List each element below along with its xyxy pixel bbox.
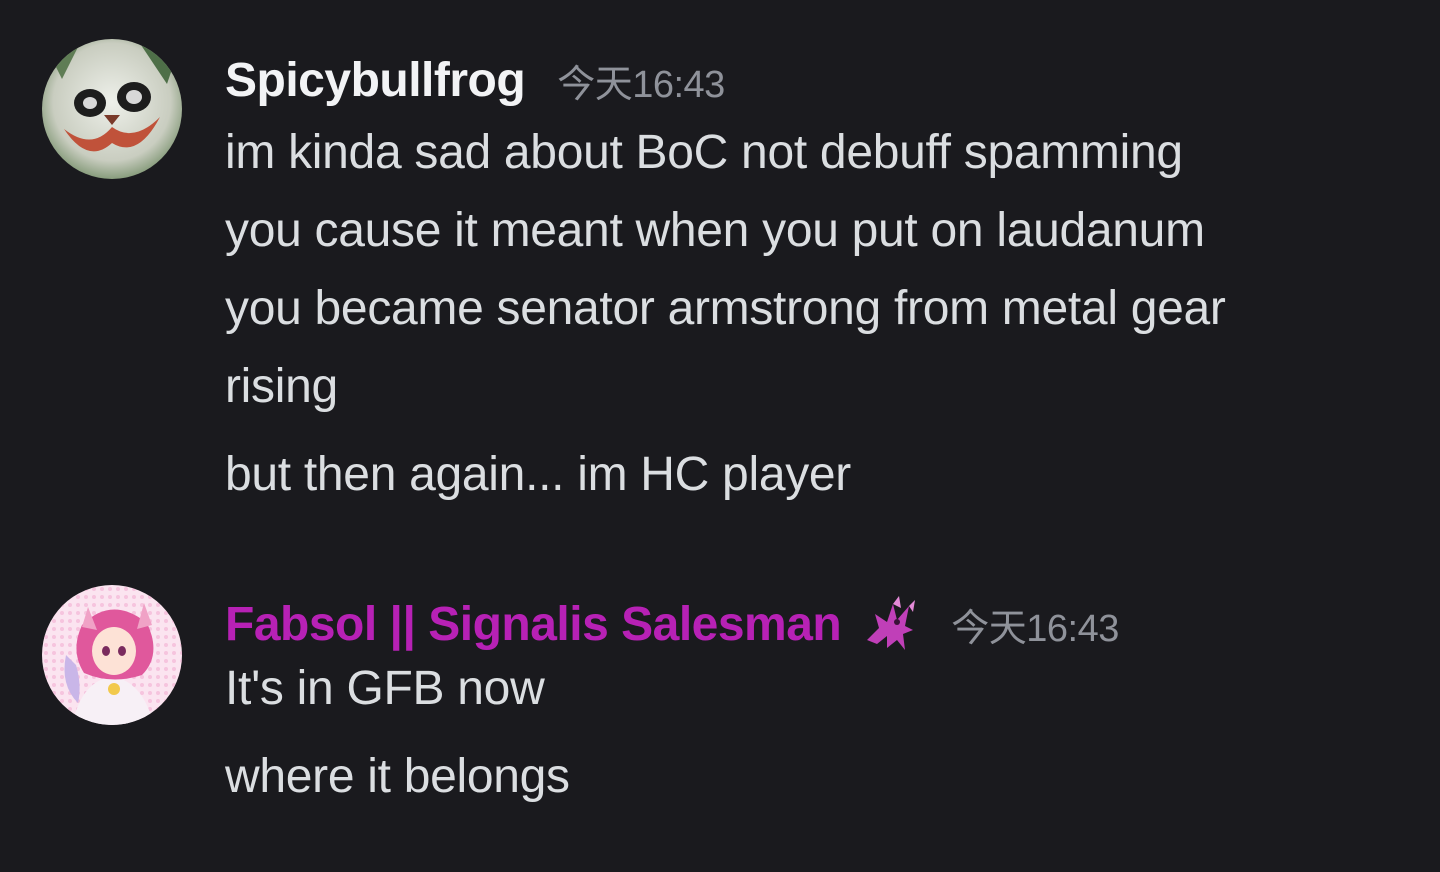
- message-line: you cause it meant when you put on lauda…: [225, 204, 1205, 257]
- timestamp: 今天16:43: [951, 607, 1119, 650]
- message-line: rising: [225, 360, 338, 413]
- message-header: Spicybullfrog 今天16:43: [225, 48, 1400, 112]
- timestamp: 今天16:43: [557, 63, 725, 106]
- username[interactable]: Spicybullfrog: [225, 53, 526, 108]
- message-line: you became senator armstrong from metal …: [225, 282, 1226, 335]
- joker-cat-avatar-icon: [42, 39, 182, 179]
- avatar[interactable]: [42, 39, 182, 179]
- anime-girl-avatar-icon: [42, 585, 182, 725]
- message-body: It's in GFB now where it belongs: [225, 650, 1400, 816]
- message-line: im kinda sad about BoC not debuff spammi…: [225, 126, 1183, 179]
- message-line: It's in GFB now: [225, 662, 545, 715]
- message-body: im kinda sad about BoC not debuff spammi…: [225, 114, 1400, 514]
- message-line: but then again... im HC player: [225, 448, 851, 501]
- message-header: Fabsol || Signalis Salesman 今天16:43: [225, 592, 1400, 656]
- avatar[interactable]: [42, 585, 182, 725]
- message-line: where it belongs: [225, 750, 570, 803]
- pegasus-icon[interactable]: [857, 592, 919, 656]
- username[interactable]: Fabsol || Signalis Salesman: [225, 597, 842, 652]
